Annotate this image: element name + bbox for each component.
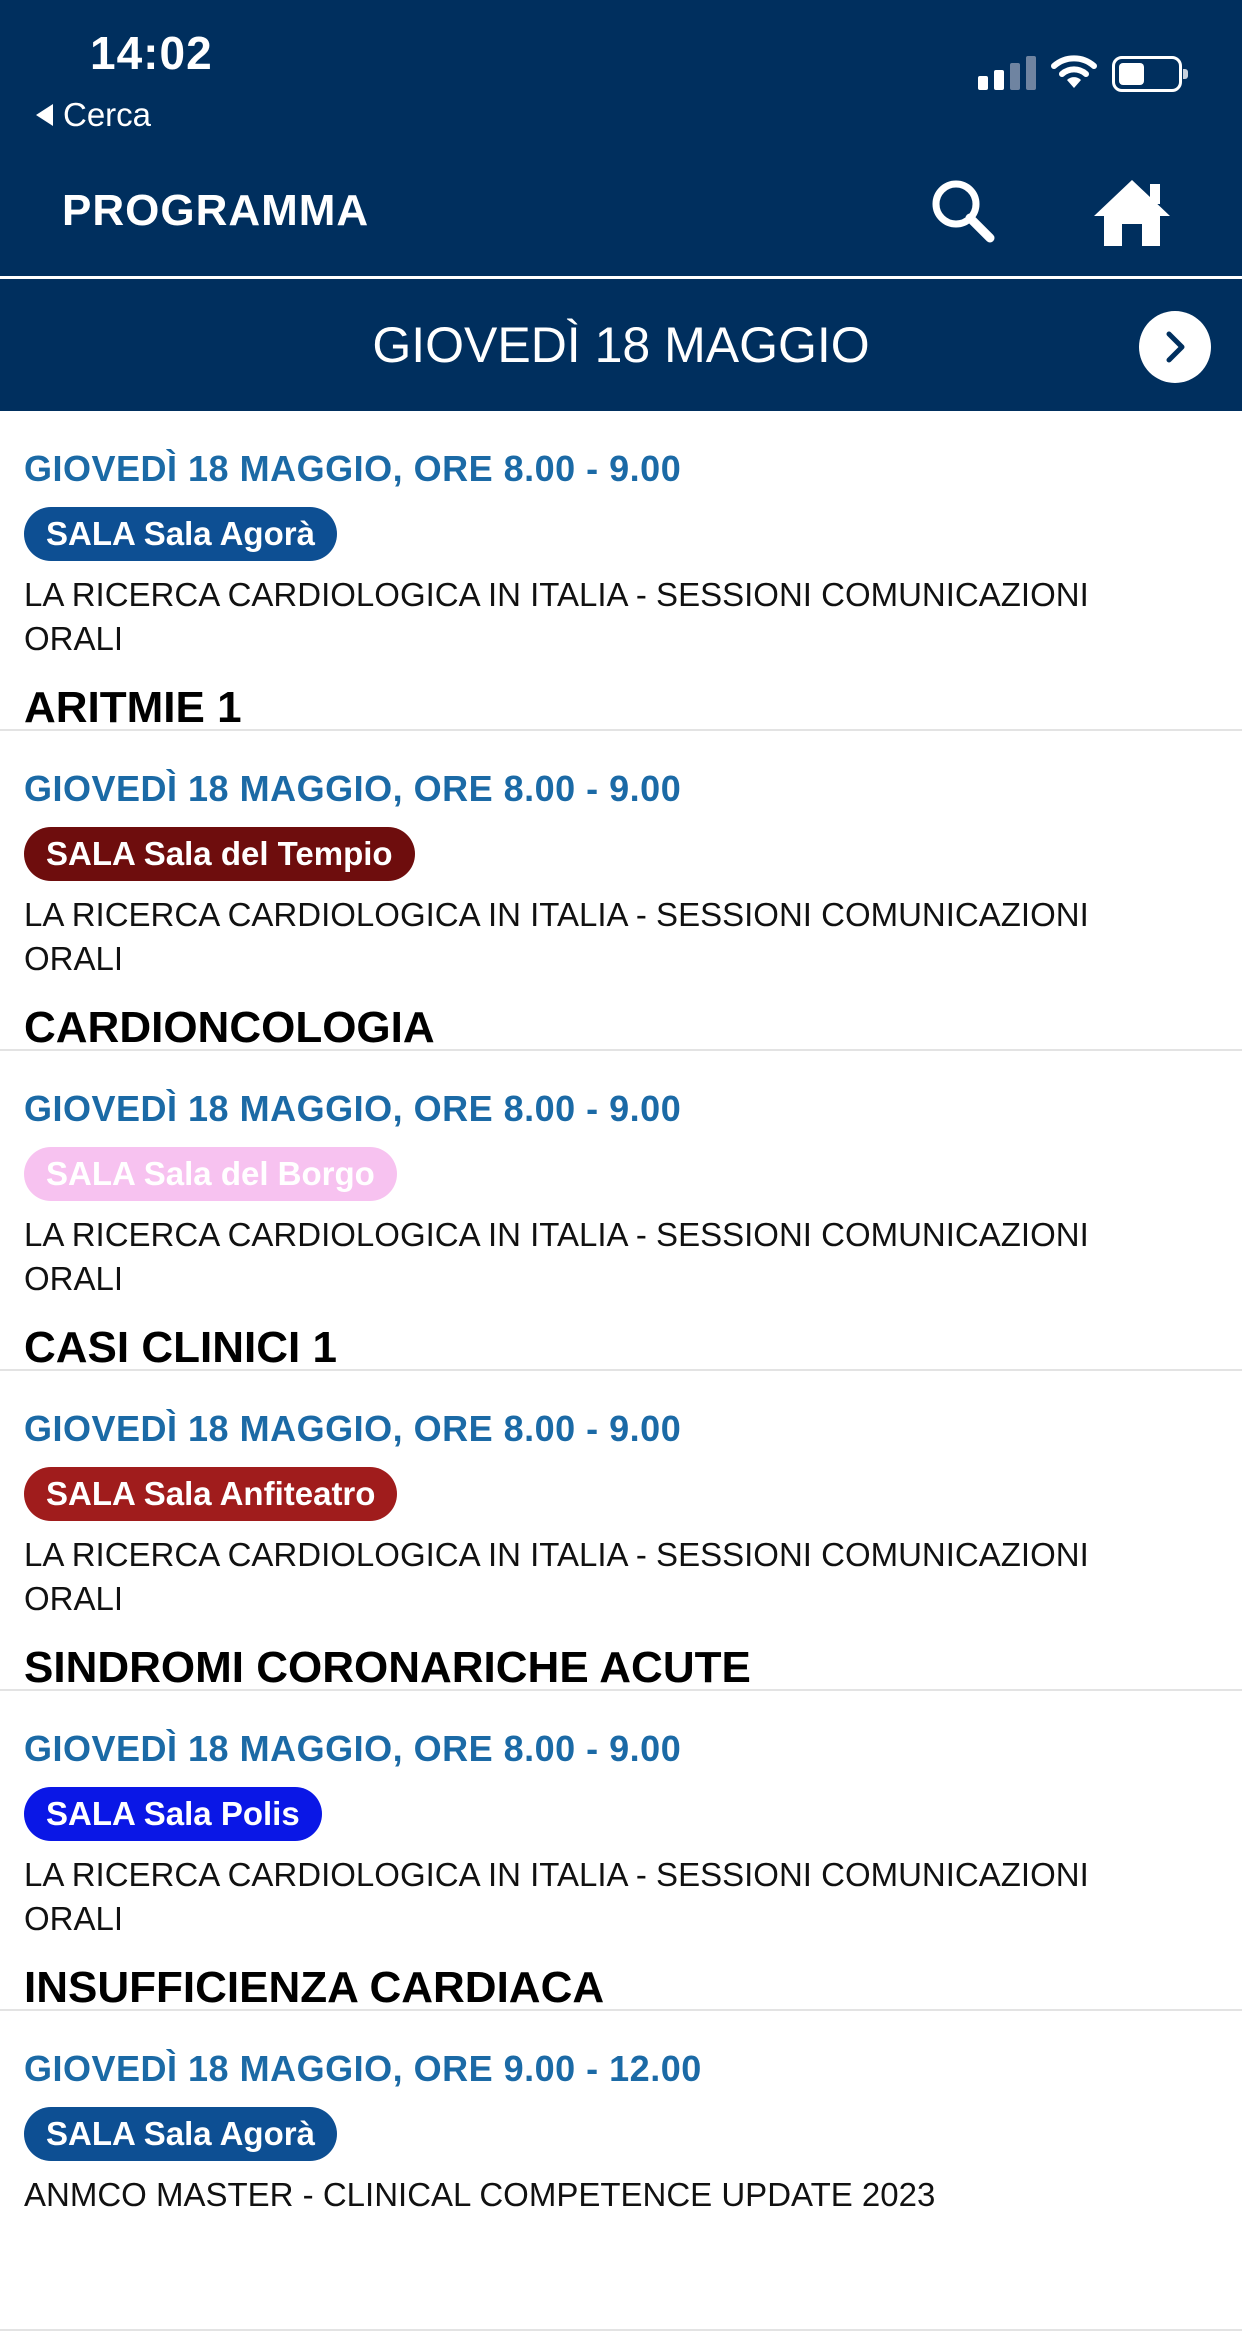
signal-icon	[978, 56, 1036, 90]
search-icon[interactable]	[924, 174, 1006, 250]
page-title: PROGRAMMA	[62, 186, 370, 235]
session-title: INSUFFICIENZA CARDIACA	[24, 1963, 605, 2012]
back-to-search-link[interactable]: Cerca	[36, 96, 151, 134]
chevron-right-icon	[1166, 331, 1185, 363]
session-title: ARITMIE 1	[24, 683, 242, 732]
room-badge: SALA Sala Agorà	[24, 507, 337, 561]
session-time: GIOVEDÌ 18 MAGGIO, ORE 8.00 - 9.00	[24, 1088, 682, 1129]
session-time: GIOVEDÌ 18 MAGGIO, ORE 8.00 - 9.00	[24, 768, 682, 809]
next-day-button[interactable]	[1139, 311, 1211, 383]
session-category: LA RICERCA CARDIOLOGICA IN ITALIA - SESS…	[24, 896, 1089, 977]
session-item[interactable]: GIOVEDÌ 18 MAGGIO, ORE 9.00 - 12.00 SALA…	[0, 2011, 1242, 2331]
session-category: ANMCO MASTER - CLINICAL COMPETENCE UPDAT…	[24, 2176, 936, 2213]
date-bar: GIOVEDÌ 18 MAGGIO	[0, 279, 1242, 411]
session-item[interactable]: GIOVEDÌ 18 MAGGIO, ORE 8.00 - 9.00 SALA …	[0, 1691, 1242, 2012]
session-item[interactable]: GIOVEDÌ 18 MAGGIO, ORE 8.00 - 9.00 SALA …	[0, 1051, 1242, 1372]
session-title: CARDIONCOLOGIA	[24, 1003, 435, 1052]
session-category: LA RICERCA CARDIOLOGICA IN ITALIA - SESS…	[24, 1536, 1089, 1617]
session-time: GIOVEDÌ 18 MAGGIO, ORE 8.00 - 9.00	[24, 448, 682, 489]
back-arrow-icon	[36, 104, 53, 126]
session-time: GIOVEDÌ 18 MAGGIO, ORE 9.00 - 12.00	[24, 2048, 702, 2089]
room-badge: SALA Sala Agorà	[24, 2107, 337, 2161]
date-label: GIOVEDÌ 18 MAGGIO	[372, 317, 870, 373]
app-header: 14:02 Cerca PROGRAMMA	[0, 0, 1242, 276]
battery-icon	[1112, 56, 1188, 92]
home-icon[interactable]	[1090, 174, 1174, 250]
room-badge: SALA Sala Polis	[24, 1787, 322, 1841]
session-item[interactable]: GIOVEDÌ 18 MAGGIO, ORE 8.00 - 9.00 SALA …	[0, 1371, 1242, 1692]
room-badge: SALA Sala del Borgo	[24, 1147, 397, 1201]
session-list: GIOVEDÌ 18 MAGGIO, ORE 8.00 - 9.00 SALA …	[0, 411, 1242, 2331]
session-category: LA RICERCA CARDIOLOGICA IN ITALIA - SESS…	[24, 1856, 1089, 1937]
session-time: GIOVEDÌ 18 MAGGIO, ORE 8.00 - 9.00	[24, 1728, 682, 1769]
status-time: 14:02	[90, 27, 213, 79]
room-badge: SALA Sala Anfiteatro	[24, 1467, 398, 1521]
session-item[interactable]: GIOVEDÌ 18 MAGGIO, ORE 8.00 - 9.00 SALA …	[0, 411, 1242, 732]
session-title: SINDROMI CORONARICHE ACUTE	[24, 1643, 751, 1692]
session-category: LA RICERCA CARDIOLOGICA IN ITALIA - SESS…	[24, 576, 1089, 657]
wifi-icon	[1051, 55, 1097, 88]
session-time: GIOVEDÌ 18 MAGGIO, ORE 8.00 - 9.00	[24, 1408, 682, 1449]
session-item[interactable]: GIOVEDÌ 18 MAGGIO, ORE 8.00 - 9.00 SALA …	[0, 731, 1242, 1052]
session-category: LA RICERCA CARDIOLOGICA IN ITALIA - SESS…	[24, 1216, 1089, 1297]
back-label: Cerca	[63, 96, 152, 133]
session-title: CASI CLINICI 1	[24, 1323, 337, 1372]
room-badge: SALA Sala del Tempio	[24, 827, 415, 881]
